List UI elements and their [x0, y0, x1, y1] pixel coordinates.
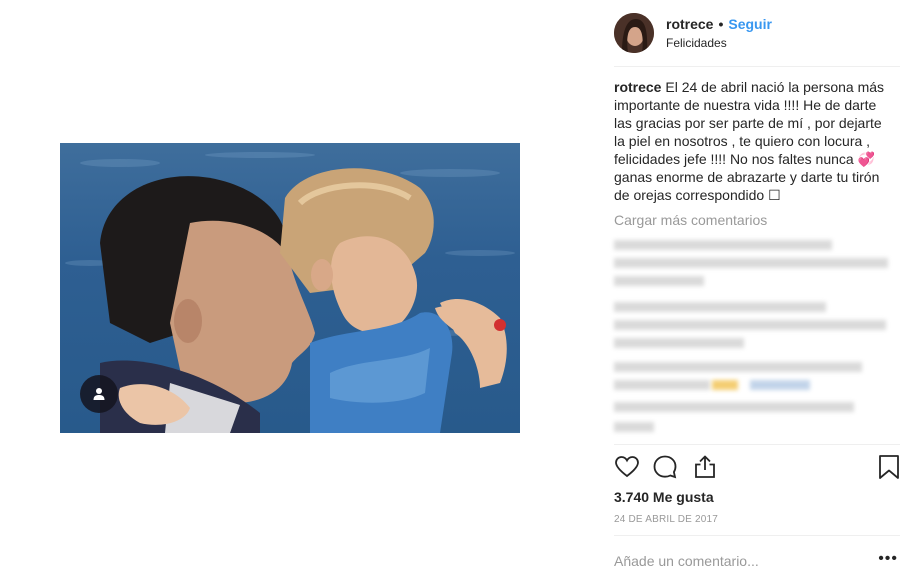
like-button[interactable] — [614, 454, 640, 485]
follow-button[interactable]: Seguir — [728, 16, 772, 32]
post-header: rotrece • Seguir Felicidades — [614, 8, 900, 58]
heart-icon — [615, 456, 639, 478]
username[interactable]: rotrece — [666, 16, 713, 32]
photo-area — [0, 0, 600, 571]
post-date[interactable]: 24 DE ABRIL DE 2017 — [614, 514, 718, 525]
blurred-comment-line — [614, 276, 704, 286]
blurred-comment-line — [614, 380, 710, 390]
blurred-comment-line — [614, 422, 654, 432]
more-options-button[interactable]: ••• — [878, 550, 898, 568]
header-divider — [614, 66, 900, 67]
photo-illustration — [65, 152, 515, 433]
blurred-comment-line — [614, 338, 744, 348]
blurred-comment-line — [614, 320, 886, 330]
add-comment-input[interactable]: Añade un comentario... — [614, 553, 759, 569]
blurred-comment-line — [614, 362, 862, 372]
blurred-comment-line — [614, 258, 888, 268]
share-icon — [695, 455, 715, 478]
user-row: rotrece • Seguir — [666, 16, 772, 32]
action-bar — [614, 454, 900, 482]
likes-count[interactable]: 3.740 Me gusta — [614, 489, 714, 505]
separator-dot: • — [718, 16, 724, 32]
blurred-comment-line — [614, 240, 832, 250]
caption-text: El 24 de abril nació la persona más impo… — [614, 79, 885, 203]
location-link[interactable]: Felicidades — [666, 36, 772, 50]
header-text: rotrece • Seguir Felicidades — [666, 16, 772, 50]
save-button[interactable] — [878, 454, 900, 485]
post-photo[interactable] — [60, 143, 520, 433]
bookmark-icon — [879, 455, 899, 479]
comment-divider — [614, 535, 900, 536]
blurred-mention — [750, 380, 810, 390]
post-details-panel: rotrece • Seguir Felicidades rotrece El … — [600, 0, 908, 571]
caption: rotrece El 24 de abril nació la persona … — [614, 78, 886, 204]
avatar[interactable] — [614, 13, 654, 53]
comment-button[interactable] — [652, 454, 678, 485]
comment-icon — [653, 455, 677, 479]
actions-divider — [614, 444, 900, 445]
blurred-emoji — [712, 380, 738, 390]
blurred-comment-line — [614, 302, 826, 312]
user-tag-button[interactable] — [80, 375, 118, 413]
user-tag-icon — [93, 388, 105, 400]
share-button[interactable] — [692, 454, 718, 485]
avatar-image — [614, 13, 654, 53]
caption-username[interactable]: rotrece — [614, 79, 661, 95]
load-more-comments-button[interactable]: Cargar más comentarios — [614, 212, 767, 228]
blurred-comment-line — [614, 402, 854, 412]
